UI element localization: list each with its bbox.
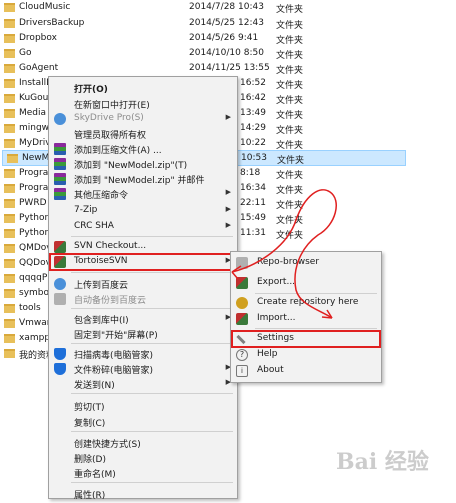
shield-icon <box>54 363 66 375</box>
file-row[interactable]: CloudMusic 2014/7/28 10:43 文件夹 <box>0 0 456 16</box>
file-row[interactable]: Dropbox 2014/5/26 9:41 文件夹 <box>0 31 456 47</box>
tortoisesvn-icon <box>54 256 66 268</box>
folder-icon <box>4 79 15 88</box>
folder-icon <box>4 334 15 343</box>
folder-icon <box>4 124 15 133</box>
menu-separator <box>71 431 233 432</box>
menu-separator <box>71 393 233 394</box>
folder-icon <box>4 139 15 148</box>
menu-item-rename[interactable]: 重命名(M) <box>49 464 237 482</box>
folder-icon <box>4 229 15 238</box>
submenu-item-about[interactable]: i About <box>231 362 381 380</box>
svn-checkout-icon <box>54 241 66 253</box>
folder-icon <box>4 64 15 73</box>
file-row[interactable]: GoAgent 2014/11/25 13:55 文件夹 <box>0 61 456 77</box>
folder-icon <box>4 319 15 328</box>
winrar-icon <box>54 173 66 185</box>
submenu-separator <box>255 328 377 329</box>
menu-item-send-to[interactable]: 发送到(N) ▶ <box>49 375 237 393</box>
winrar-icon <box>54 188 66 200</box>
help-icon: ? <box>236 349 248 361</box>
submenu-item-export[interactable]: Export... <box>231 274 381 292</box>
winrar-icon <box>54 143 66 155</box>
submenu-item-import[interactable]: Import... <box>231 310 381 328</box>
menu-separator <box>71 236 233 237</box>
folder-icon <box>4 49 15 58</box>
folder-icon <box>4 34 15 43</box>
folder-icon <box>4 3 15 12</box>
tortoisesvn-submenu: Repo-browser Export... Create repository… <box>230 251 382 383</box>
submenu-arrow-icon: ▶ <box>225 221 231 229</box>
baidu-backup-icon <box>54 293 66 305</box>
winrar-icon <box>54 158 66 170</box>
create-repository-icon <box>236 297 248 309</box>
menu-item-other-compress[interactable]: 其他压缩命令 ▶ <box>49 185 237 203</box>
file-row[interactable]: DriversBackup 2014/5/25 12:43 文件夹 <box>0 16 456 32</box>
folder-icon <box>4 349 15 358</box>
folder-icon <box>4 289 15 298</box>
folder-icon <box>4 169 15 178</box>
menu-item-copy[interactable]: 复制(C) <box>49 413 237 431</box>
folder-icon <box>7 154 18 163</box>
skydrive-icon <box>54 113 66 125</box>
submenu-item-repo-browser[interactable]: Repo-browser <box>231 254 381 272</box>
baidu-cloud-icon <box>54 278 66 290</box>
menu-item-tortoisesvn[interactable]: TortoiseSVN ▶ <box>49 253 237 271</box>
folder-icon <box>4 199 15 208</box>
import-icon <box>236 313 248 325</box>
folder-icon <box>4 94 15 103</box>
menu-item-baidu-backup[interactable]: 自动备份到百度云 <box>49 290 237 308</box>
folder-icon <box>4 244 15 253</box>
folder-icon <box>4 274 15 283</box>
repo-browser-icon <box>236 257 248 269</box>
folder-icon <box>4 184 15 193</box>
file-row[interactable]: Go 2014/10/10 8:50 文件夹 <box>0 46 456 62</box>
folder-icon <box>4 109 15 118</box>
menu-item-pin-start[interactable]: 固定到"开始"屏幕(P) <box>49 325 237 343</box>
menu-separator <box>71 308 233 309</box>
folder-icon <box>4 19 15 28</box>
submenu-arrow-icon: ▶ <box>225 113 231 121</box>
menu-item-properties[interactable]: 属性(R) <box>49 485 237 503</box>
menu-item-crc-sha[interactable]: CRC SHA ▶ <box>49 218 237 236</box>
submenu-arrow-icon: ▶ <box>225 205 231 213</box>
folder-icon <box>4 259 15 268</box>
watermark: Bai 经验 <box>336 449 429 475</box>
wrench-icon <box>236 334 246 345</box>
menu-separator <box>71 343 233 344</box>
shield-icon <box>54 348 66 360</box>
export-icon <box>236 277 248 289</box>
folder-icon <box>4 304 15 313</box>
submenu-arrow-icon: ▶ <box>225 188 231 196</box>
folder-icon <box>4 214 15 223</box>
menu-separator <box>71 272 233 273</box>
menu-separator <box>71 482 233 483</box>
about-icon: i <box>236 365 248 377</box>
context-menu: 打开(O) 在新窗口中打开(E) SkyDrive Pro(S) ▶ 管理员取得所… <box>48 76 238 501</box>
